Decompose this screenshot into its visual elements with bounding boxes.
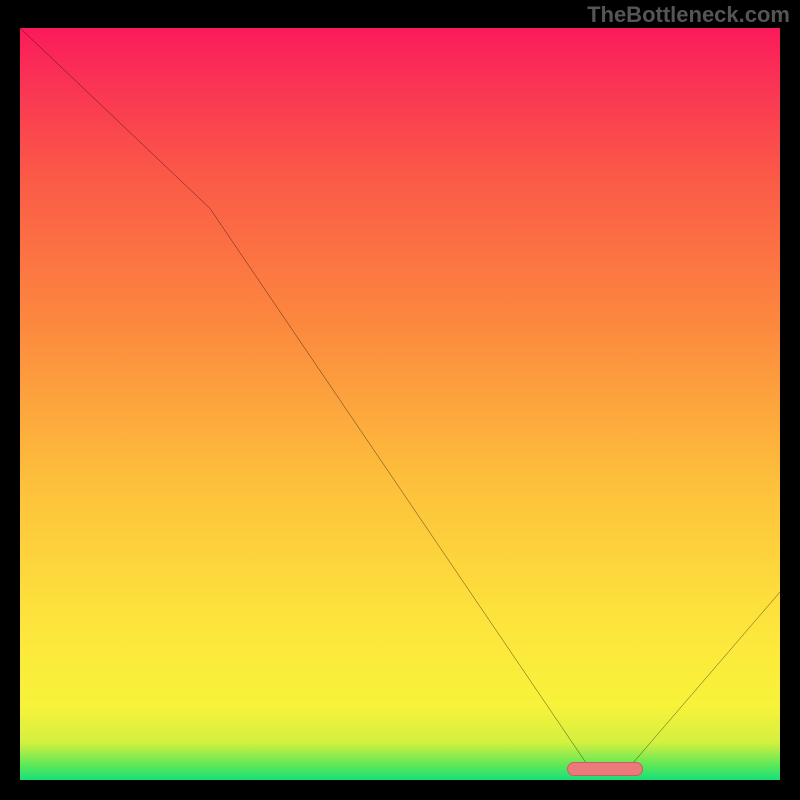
chart-line [20,28,780,780]
plot-area [20,28,780,780]
bottleneck-marker [567,762,643,776]
watermark-text: TheBottleneck.com [587,2,790,28]
